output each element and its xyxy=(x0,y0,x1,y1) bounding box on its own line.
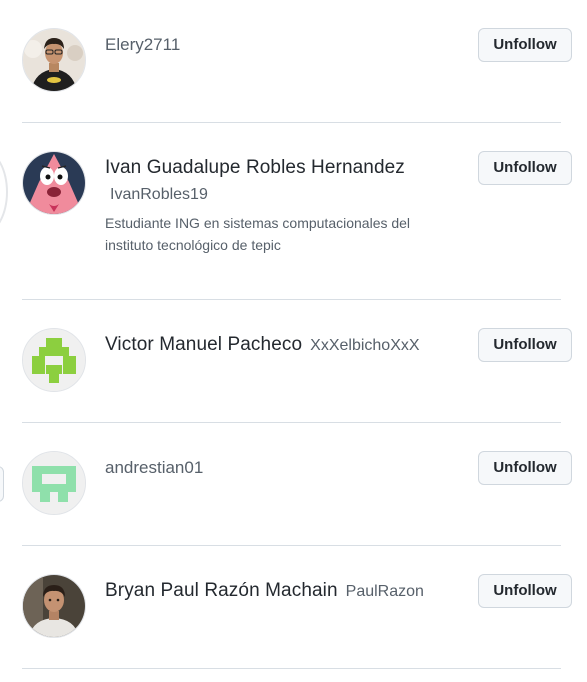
user-login[interactable]: andrestian01 xyxy=(105,458,203,477)
user-full-name[interactable]: Bryan Paul Razón Machain xyxy=(105,580,338,601)
avatar[interactable] xyxy=(22,328,86,392)
name-line: Elery2711 xyxy=(105,32,437,59)
identicon-avatar-icon xyxy=(23,452,85,514)
user-info: Victor Manuel Pacheco XxXelbichoXxX xyxy=(105,332,437,359)
identicon-avatar-icon xyxy=(23,329,85,391)
user-login[interactable]: IvanRobles19 xyxy=(110,184,437,206)
avatar[interactable] xyxy=(22,151,86,215)
user-info: Bryan Paul Razón Machain PaulRazon xyxy=(105,578,437,605)
unfollow-button[interactable]: Unfollow xyxy=(478,151,572,185)
user-info: Ivan Guadalupe Robles Hernandez IvanRobl… xyxy=(105,155,437,256)
user-bio: Estudiante ING en sistemas computacional… xyxy=(105,215,411,253)
avatar[interactable] xyxy=(22,574,86,638)
user-login[interactable]: Elery2711 xyxy=(105,35,180,54)
name-line: Ivan Guadalupe Robles Hernandez xyxy=(105,155,437,182)
user-info: Elery2711 xyxy=(105,32,437,59)
user-row: Elery2711 Unfollow xyxy=(0,0,587,123)
user-row: Ivan Guadalupe Robles Hernandez IvanRobl… xyxy=(0,123,587,300)
patrick-star-avatar-icon xyxy=(23,152,85,214)
avatar-photo-icon xyxy=(23,575,85,637)
user-login[interactable]: XxXelbichoXxX xyxy=(310,337,419,354)
user-list: Elery2711 Unfollow Ivan Guadalupe Robles… xyxy=(0,0,587,669)
user-row: andrestian01 Unfollow xyxy=(0,423,587,546)
user-full-name[interactable]: Victor Manuel Pacheco xyxy=(105,334,302,355)
avatar[interactable] xyxy=(22,28,86,92)
unfollow-button[interactable]: Unfollow xyxy=(478,451,572,485)
name-line: Victor Manuel Pacheco XxXelbichoXxX xyxy=(105,332,437,359)
user-info: andrestian01 xyxy=(105,455,437,482)
following-list-page: Elery2711 Unfollow Ivan Guadalupe Robles… xyxy=(0,0,587,682)
user-full-name[interactable]: Ivan Guadalupe Robles Hernandez xyxy=(105,157,405,178)
avatar[interactable] xyxy=(22,451,86,515)
name-line: Bryan Paul Razón Machain PaulRazon xyxy=(105,578,437,605)
unfollow-button[interactable]: Unfollow xyxy=(478,328,572,362)
avatar-photo-icon xyxy=(23,29,85,91)
unfollow-button[interactable]: Unfollow xyxy=(478,28,572,62)
unfollow-button[interactable]: Unfollow xyxy=(478,574,572,608)
user-row: Victor Manuel Pacheco XxXelbichoXxX Unfol… xyxy=(0,300,587,423)
user-login[interactable]: PaulRazon xyxy=(346,583,424,600)
name-line: andrestian01 xyxy=(105,455,437,482)
user-row: Bryan Paul Razón Machain PaulRazon Unfoll… xyxy=(0,546,587,669)
